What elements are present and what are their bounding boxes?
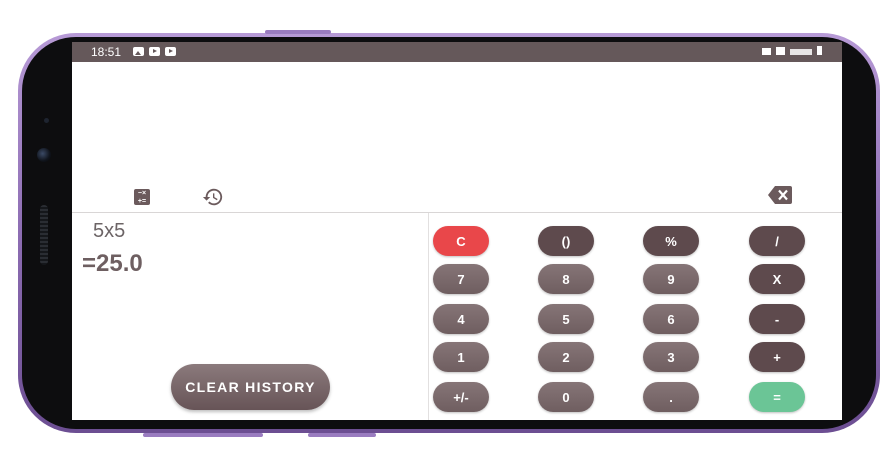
divide-key[interactable]: / [749, 226, 805, 256]
digit-0-key[interactable]: 0 [538, 382, 594, 412]
app-screen: 18:51 −× += 5x5 =25.0 CLEAR HISTORY C () … [72, 42, 842, 420]
subtract-key[interactable]: - [749, 304, 805, 334]
clear-key[interactable]: C [433, 226, 489, 256]
digit-3-key[interactable]: 3 [643, 342, 699, 372]
panel-divider [428, 213, 429, 420]
status-right-icons [762, 46, 822, 55]
add-key[interactable]: + [749, 342, 805, 372]
front-camera [37, 148, 51, 162]
history-icon[interactable] [202, 186, 224, 208]
digit-8-key[interactable]: 8 [538, 264, 594, 294]
power-button [308, 433, 376, 437]
battery-icon [817, 46, 822, 55]
signal-icon [790, 49, 812, 55]
digit-6-key[interactable]: 6 [643, 304, 699, 334]
percent-key[interactable]: % [643, 226, 699, 256]
multiply-key[interactable]: X [749, 264, 805, 294]
decimal-key[interactable]: . [643, 382, 699, 412]
youtube-icon [149, 47, 160, 56]
toolbar-divider [72, 212, 842, 213]
earpiece-speaker [40, 205, 48, 265]
status-time: 18:51 [91, 45, 122, 59]
result-display: =25.0 [82, 250, 143, 277]
digit-4-key[interactable]: 4 [433, 304, 489, 334]
youtube-icon [165, 47, 176, 56]
parentheses-key[interactable]: () [538, 226, 594, 256]
status-bar: 18:51 [72, 42, 842, 62]
digit-2-key[interactable]: 2 [538, 342, 594, 372]
calculator-icon[interactable]: −× += [134, 189, 150, 205]
clear-history-button[interactable]: CLEAR HISTORY [171, 364, 330, 410]
proximity-sensor [44, 118, 49, 123]
gallery-icon [133, 47, 144, 56]
sign-toggle-key[interactable]: +/- [433, 382, 489, 412]
equals-key[interactable]: = [749, 382, 805, 412]
mute-icon [762, 48, 771, 55]
digit-1-key[interactable]: 1 [433, 342, 489, 372]
backspace-icon[interactable] [768, 186, 792, 204]
wifi-icon [776, 47, 785, 55]
digit-9-key[interactable]: 9 [643, 264, 699, 294]
expression-display: 5x5 [93, 220, 126, 242]
digit-7-key[interactable]: 7 [433, 264, 489, 294]
digit-5-key[interactable]: 5 [538, 304, 594, 334]
volume-button [265, 30, 331, 34]
bixby-button [143, 433, 263, 437]
